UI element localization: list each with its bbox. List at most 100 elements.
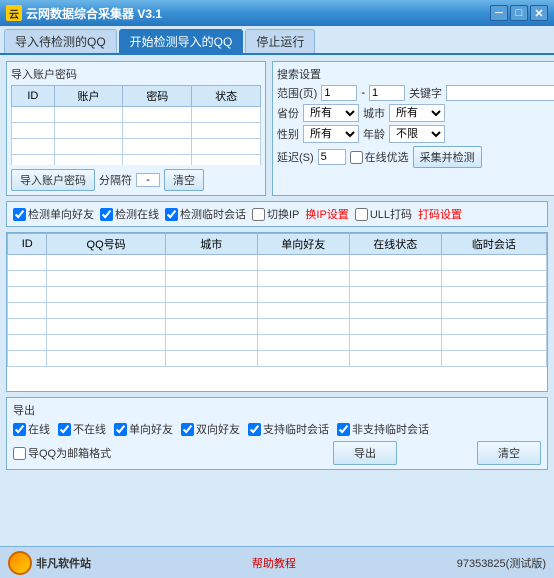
city-select[interactable]: 所有 xyxy=(389,104,445,122)
export-online-option: 在线 xyxy=(13,421,50,437)
ull-option: ULL打码 xyxy=(355,206,412,222)
age-select[interactable]: 不限 xyxy=(389,125,445,143)
check-tempchat-label: 检测临时会话 xyxy=(180,206,246,222)
result-col-qq: QQ号码 xyxy=(47,234,165,255)
export-title: 导出 xyxy=(13,402,541,418)
switch-ip-label: 切换IP xyxy=(267,206,299,222)
col-id: ID xyxy=(12,86,55,107)
city-label: 城市 xyxy=(363,105,385,121)
col-password: 密码 xyxy=(123,86,192,107)
check-onesided-label: 检测单向好友 xyxy=(28,206,94,222)
check-online-label: 检测在线 xyxy=(115,206,159,222)
result-row xyxy=(8,303,547,319)
export-support-tempchat-option: 支持临时会话 xyxy=(248,421,329,437)
result-col-online: 在线状态 xyxy=(349,234,441,255)
window-controls: ─ □ ✕ xyxy=(490,5,548,21)
export-support-tempchat-checkbox[interactable] xyxy=(248,423,261,436)
table-row xyxy=(12,139,261,155)
province-select[interactable]: 所有 xyxy=(303,104,359,122)
delay-input[interactable] xyxy=(318,149,346,165)
col-status: 状态 xyxy=(192,86,261,107)
range-from-input[interactable] xyxy=(321,85,357,101)
search-row-province: 省份 所有 城市 所有 xyxy=(277,104,554,122)
captcha-setting-link[interactable]: 打码设置 xyxy=(418,206,462,222)
title-bar: 云 云网数据综合采集器 V3.1 ─ □ ✕ xyxy=(0,0,554,26)
keyword-input[interactable] xyxy=(446,85,554,101)
search-row-gender: 性别 所有 年龄 不限 xyxy=(277,125,554,143)
result-row xyxy=(8,351,547,367)
check-tempchat-checkbox[interactable] xyxy=(165,208,178,221)
export-buttons: 导出 清空 xyxy=(333,441,541,465)
main-content: 导入账户密码 ID 账户 密码 状态 xyxy=(0,55,554,547)
export-onesided-option: 单向好友 xyxy=(114,421,173,437)
ull-label: ULL打码 xyxy=(370,206,412,222)
export-section: 导出 在线 不在线 单向好友 双向好友 支持临时会话 xyxy=(6,397,548,470)
table-row xyxy=(12,155,261,166)
result-row xyxy=(8,335,547,351)
result-col-id: ID xyxy=(8,234,47,255)
clear-result-button[interactable]: 清空 xyxy=(477,441,541,465)
check-onesided-checkbox[interactable] xyxy=(13,208,26,221)
import-account-button[interactable]: 导入账户密码 xyxy=(11,169,95,191)
switch-ip-option: 切换IP xyxy=(252,206,299,222)
top-section: 导入账户密码 ID 账户 密码 状态 xyxy=(6,61,548,196)
check-tempchat-option: 检测临时会话 xyxy=(165,206,246,222)
separator-input[interactable] xyxy=(136,173,160,187)
export-offline-option: 不在线 xyxy=(58,421,106,437)
export-twosided-option: 双向好友 xyxy=(181,421,240,437)
maximize-button[interactable]: □ xyxy=(510,5,528,21)
logo-area: 非凡软件站 xyxy=(8,551,91,575)
range-sep: - xyxy=(361,87,365,99)
ip-setting-link[interactable]: 换IP设置 xyxy=(305,206,348,222)
logo-text: 非凡软件站 xyxy=(36,555,91,571)
keyword-label: 关键字 xyxy=(409,85,442,101)
province-label: 省份 xyxy=(277,105,299,121)
import-section: 导入账户密码 ID 账户 密码 状态 xyxy=(6,61,266,196)
switch-ip-checkbox[interactable] xyxy=(252,208,265,221)
export-online-checkbox[interactable] xyxy=(13,423,26,436)
collect-button[interactable]: 采集并检测 xyxy=(413,146,482,168)
export-nosupport-tempchat-option: 非支持临时会话 xyxy=(337,421,429,437)
version-text: 97353825(测试版) xyxy=(457,555,546,571)
import-table-wrapper: ID 账户 密码 状态 xyxy=(11,85,261,165)
check-online-option: 检测在线 xyxy=(100,206,159,222)
tab-bar: 导入待检测的QQ 开始检测导入的QQ 停止运行 xyxy=(0,26,554,55)
tab-import[interactable]: 导入待检测的QQ xyxy=(4,29,117,53)
range-to-input[interactable] xyxy=(369,85,405,101)
tab-stop[interactable]: 停止运行 xyxy=(245,29,315,53)
export-twosided-checkbox[interactable] xyxy=(181,423,194,436)
app-icon: 云 xyxy=(6,5,22,21)
status-bar: 非凡软件站 帮助教程 97353825(测试版) xyxy=(0,546,554,578)
export-offline-checkbox[interactable] xyxy=(58,423,71,436)
result-row xyxy=(8,271,547,287)
check-onesided-option: 检测单向好友 xyxy=(13,206,94,222)
online-pref-checkbox[interactable] xyxy=(350,151,363,164)
options-section: 检测单向好友 检测在线 检测临时会话 切换IP 换IP设置 ULL打码 打码设置 xyxy=(6,201,548,227)
export-options-row: 在线 不在线 单向好友 双向好友 支持临时会话 非支持临时会话 xyxy=(13,421,541,437)
result-table-section: ID QQ号码 城市 单向好友 在线状态 临时会话 xyxy=(6,232,548,392)
import-title: 导入账户密码 xyxy=(11,66,261,82)
email-format-checkbox[interactable] xyxy=(13,447,26,460)
ull-checkbox[interactable] xyxy=(355,208,368,221)
app-title: 云网数据综合采集器 V3.1 xyxy=(26,5,490,22)
online-pref-label: 在线优选 xyxy=(350,149,409,165)
delay-label: 延迟(S) xyxy=(277,149,314,165)
export-button[interactable]: 导出 xyxy=(333,441,397,465)
clear-import-button[interactable]: 清空 xyxy=(164,169,204,191)
import-buttons: 导入账户密码 分隔符 清空 xyxy=(11,169,261,191)
help-link[interactable]: 帮助教程 xyxy=(252,555,296,571)
table-row xyxy=(12,123,261,139)
tab-detect[interactable]: 开始检测导入的QQ xyxy=(119,29,244,53)
search-section: 搜索设置 范围(页) - 关键字 省份 所有 城市 所有 性别 xyxy=(272,61,554,196)
result-row xyxy=(8,319,547,335)
search-title: 搜索设置 xyxy=(277,66,554,82)
export-nosupport-tempchat-checkbox[interactable] xyxy=(337,423,350,436)
export-onesided-checkbox[interactable] xyxy=(114,423,127,436)
result-col-onesided: 单向好友 xyxy=(257,234,349,255)
minimize-button[interactable]: ─ xyxy=(490,5,508,21)
gender-select[interactable]: 所有 xyxy=(303,125,359,143)
search-row-delay: 延迟(S) 在线优选 采集并检测 xyxy=(277,146,554,168)
check-online-checkbox[interactable] xyxy=(100,208,113,221)
range-label: 范围(页) xyxy=(277,85,317,101)
close-button[interactable]: ✕ xyxy=(530,5,548,21)
